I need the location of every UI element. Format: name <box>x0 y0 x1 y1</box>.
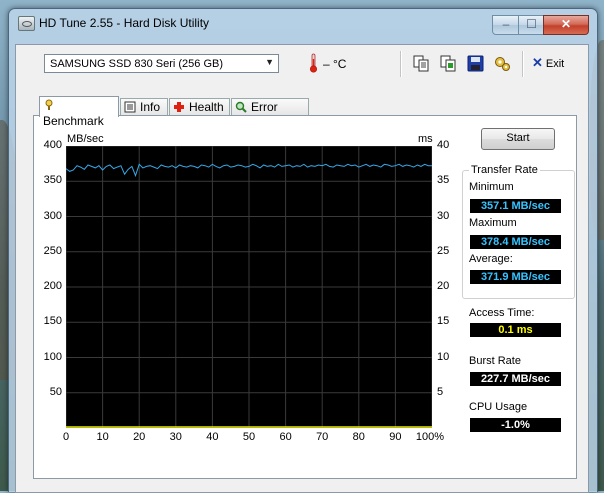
exit-label: Exit <box>545 58 565 70</box>
y-axis-label-right: ms <box>418 133 433 145</box>
drive-select-value: SAMSUNG SSD 830 Seri (256 GB) <box>50 58 224 70</box>
minimize-button[interactable]: – <box>492 15 520 35</box>
x-tick-label: 30 <box>169 431 182 443</box>
x-tick-label: 40 <box>206 431 219 443</box>
thermometer-icon <box>309 53 318 73</box>
average-value: 371.9 MB/sec <box>470 270 561 284</box>
burst-rate-value: 227.7 MB/sec <box>470 372 561 386</box>
title-bar[interactable]: HD Tune 2.55 - Hard Disk Utility – ☐ ✕ <box>9 9 597 37</box>
y-tick-label-right: 20 <box>437 280 450 292</box>
tab-label: Benchmark <box>43 114 104 128</box>
temperature-readout: – °C <box>323 57 347 71</box>
burst-rate-label: Burst Rate <box>469 355 521 367</box>
exit-button[interactable]: ✕ Exit <box>532 55 564 71</box>
y-tick-label-left: 300 <box>43 209 62 222</box>
app-icon <box>18 16 35 31</box>
y-axis-label-left: MB/sec <box>67 133 104 145</box>
y-tick-label-left: 150 <box>43 315 62 328</box>
toolbar-separator <box>522 51 524 77</box>
info-icon <box>124 101 136 113</box>
x-tick-label: 10 <box>96 431 109 443</box>
x-tick-label: 50 <box>242 431 256 443</box>
x-tick-label: 20 <box>133 431 146 443</box>
copy-screenshot-icon[interactable] <box>440 55 457 72</box>
error-scan-icon <box>235 101 247 113</box>
y-tick-label-right: 15 <box>437 315 450 328</box>
minimum-label: Minimum <box>469 181 514 193</box>
y-tick-label-left: 50 <box>49 385 62 398</box>
tab-error-scan[interactable]: Error Scan <box>231 98 309 130</box>
health-icon <box>174 102 184 112</box>
access-time-value: 0.1 ms <box>470 323 561 337</box>
tab-label: Info <box>140 100 161 114</box>
copy-text-icon[interactable] <box>413 55 430 72</box>
benchmark-icon <box>45 99 53 110</box>
minimum-value: 357.1 MB/sec <box>470 199 561 213</box>
x-tick-label: 90 <box>389 431 402 443</box>
x-tick-label: 100% <box>415 431 445 443</box>
maximum-label: Maximum <box>469 217 517 229</box>
x-tick-label: 60 <box>279 431 292 443</box>
save-icon[interactable] <box>467 55 484 72</box>
cpu-usage-label: CPU Usage <box>469 401 528 413</box>
transfer-rate-title: Transfer Rate <box>469 164 540 176</box>
transfer-rate-chart <box>66 146 432 428</box>
y-tick-label-right: 25 <box>437 244 450 257</box>
chevron-down-icon: ▼ <box>265 57 274 67</box>
y-tick-label-right: 5 <box>437 385 444 398</box>
toolbar: SAMSUNG SSD 830 Seri (256 GB) ▼ – °C ✕ E… <box>16 45 588 81</box>
y-tick-label-right: 35 <box>437 174 450 187</box>
access-time-label: Access Time: <box>469 307 535 319</box>
maximum-value: 378.4 MB/sec <box>470 235 561 249</box>
y-tick-label-left: 200 <box>43 280 62 292</box>
options-icon[interactable] <box>494 55 511 72</box>
x-tick-label: 80 <box>352 431 365 443</box>
y-tick-label-right: 10 <box>437 350 450 363</box>
average-label: Average: <box>469 253 513 265</box>
tab-info[interactable]: Info <box>120 98 168 115</box>
x-tick-label: 0 <box>62 431 70 443</box>
y-tick-label-left: 350 <box>43 174 62 187</box>
x-tick-label: 70 <box>316 431 329 443</box>
tab-benchmark[interactable]: Benchmark <box>39 96 119 128</box>
y-tick-label-right: 40 <box>437 139 450 151</box>
window-title: HD Tune 2.55 - Hard Disk Utility <box>39 16 210 30</box>
tab-health[interactable]: Health <box>169 98 230 115</box>
y-tick-label-left: 100 <box>43 350 62 363</box>
cpu-usage-value: -1.0% <box>470 418 561 432</box>
y-tick-label-right: 30 <box>437 209 450 222</box>
y-tick-label-left: 250 <box>43 244 62 257</box>
exit-icon: ✕ <box>532 55 543 70</box>
start-button[interactable]: Start <box>481 128 555 150</box>
toolbar-separator <box>400 51 402 77</box>
y-tick-label-left: 400 <box>43 139 62 151</box>
tab-label: Health <box>189 100 224 114</box>
close-button[interactable]: ✕ <box>543 15 589 35</box>
drive-select[interactable]: SAMSUNG SSD 830 Seri (256 GB) ▼ <box>44 54 279 73</box>
maximize-button[interactable]: ☐ <box>518 15 545 35</box>
